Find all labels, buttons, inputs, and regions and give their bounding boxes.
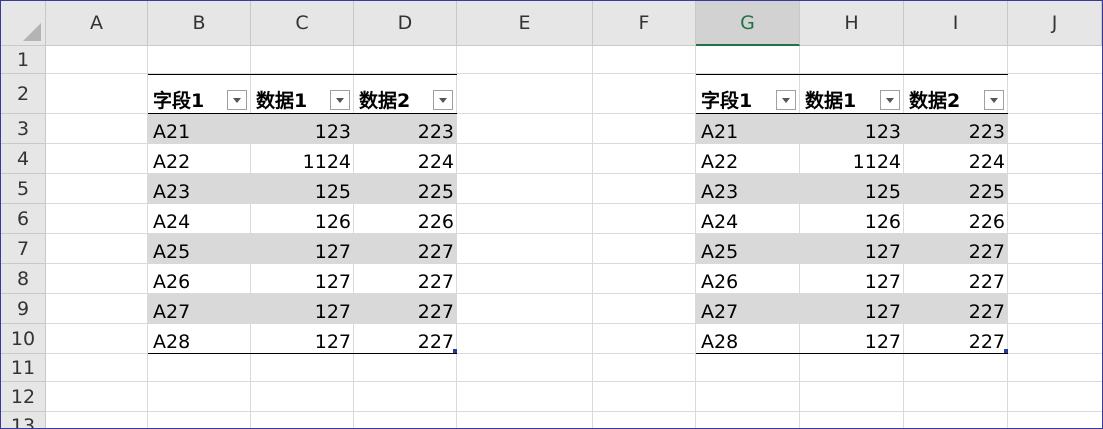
table-cell[interactable]: 127 [251, 234, 354, 264]
row-header-1[interactable]: 1 [1, 46, 46, 74]
row-header-5[interactable]: 5 [1, 174, 46, 204]
table-cell[interactable]: 224 [354, 144, 457, 174]
table-cell[interactable]: 227 [354, 294, 457, 324]
column-header-i[interactable]: I [904, 1, 1008, 46]
row-header-2[interactable]: 2 [1, 74, 46, 114]
table-resize-handle-icon[interactable] [1004, 349, 1008, 353]
table-cell[interactable]: 225 [354, 174, 457, 204]
table-cell[interactable]: A28 [148, 324, 251, 354]
filter-dropdown-icon[interactable] [984, 90, 1004, 110]
row-header-8[interactable]: 8 [1, 264, 46, 294]
table-cell[interactable]: 227 [354, 234, 457, 264]
table-cell[interactable]: A24 [148, 204, 251, 234]
filter-dropdown-icon[interactable] [330, 90, 350, 110]
table-cell[interactable]: A22 [696, 144, 800, 174]
table-cell[interactable]: 226 [904, 204, 1008, 234]
table-cell[interactable]: 123 [800, 114, 904, 144]
table-cell[interactable]: 1124 [251, 144, 354, 174]
row-header-4[interactable]: 4 [1, 144, 46, 174]
column-header-j[interactable]: J [1008, 1, 1102, 46]
row-header-9[interactable]: 9 [1, 294, 46, 324]
table-cell[interactable]: 227 [354, 264, 457, 294]
row-header-11[interactable]: 11 [1, 354, 46, 382]
table-cell[interactable]: A23 [148, 174, 251, 204]
table-cell[interactable]: A24 [696, 204, 800, 234]
table-cell[interactable]: A25 [696, 234, 800, 264]
table-cell[interactable]: 126 [251, 204, 354, 234]
table-cell[interactable]: 226 [354, 204, 457, 234]
gridline-vertical [592, 46, 593, 428]
table-cell[interactable]: A27 [148, 294, 251, 324]
table-cell[interactable]: 127 [251, 294, 354, 324]
table-cell[interactable]: 125 [800, 174, 904, 204]
row-header-7[interactable]: 7 [1, 234, 46, 264]
table-cell[interactable]: 227 [904, 324, 1008, 354]
column-header-d[interactable]: D [354, 1, 457, 46]
table-cell[interactable]: 227 [904, 234, 1008, 264]
table-cell[interactable]: 127 [251, 264, 354, 294]
table-cell[interactable]: A21 [148, 114, 251, 144]
table-cell[interactable]: 127 [800, 264, 904, 294]
table-cell[interactable]: 224 [904, 144, 1008, 174]
table-cell[interactable]: 125 [251, 174, 354, 204]
table-cell[interactable]: 227 [354, 324, 457, 354]
column-header-a[interactable]: A [46, 1, 148, 46]
row-header-13[interactable]: 13 [1, 412, 46, 428]
column-header-c[interactable]: C [251, 1, 354, 46]
row-header-3[interactable]: 3 [1, 114, 46, 144]
row-header-10[interactable]: 10 [1, 324, 46, 354]
table-cell[interactable]: 227 [904, 264, 1008, 294]
table-cell[interactable]: A27 [696, 294, 800, 324]
table-cell[interactable]: 223 [904, 114, 1008, 144]
table-cell[interactable]: A26 [148, 264, 251, 294]
table-bottom-border [148, 353, 457, 354]
column-header-e[interactable]: E [457, 1, 593, 46]
row-header-6[interactable]: 6 [1, 204, 46, 234]
table-cell[interactable]: 1124 [800, 144, 904, 174]
column-header-f[interactable]: F [593, 1, 696, 46]
table-cell[interactable]: A22 [148, 144, 251, 174]
column-header-g[interactable]: G [696, 1, 800, 46]
table-cell[interactable]: 123 [251, 114, 354, 144]
select-all-triangle-icon [23, 23, 41, 41]
filter-dropdown-icon[interactable] [880, 90, 900, 110]
table-cell[interactable]: 127 [800, 294, 904, 324]
gridline-horizontal [46, 381, 1102, 382]
filter-dropdown-icon[interactable] [433, 90, 453, 110]
table-cell[interactable]: 223 [354, 114, 457, 144]
table-cell[interactable]: A23 [696, 174, 800, 204]
table-cell[interactable]: A26 [696, 264, 800, 294]
column-header-h[interactable]: H [800, 1, 904, 46]
filter-dropdown-icon[interactable] [776, 90, 796, 110]
table-cell[interactable]: 126 [800, 204, 904, 234]
table-cell[interactable]: 127 [251, 324, 354, 354]
select-all-corner[interactable] [1, 1, 46, 46]
table-cell[interactable]: 225 [904, 174, 1008, 204]
table-cell[interactable]: 127 [800, 324, 904, 354]
filter-dropdown-icon[interactable] [227, 90, 247, 110]
table-resize-handle-icon[interactable] [453, 349, 457, 353]
table-cell[interactable]: A21 [696, 114, 800, 144]
table-cell[interactable]: 227 [904, 294, 1008, 324]
table-cell[interactable]: A25 [148, 234, 251, 264]
column-header-b[interactable]: B [148, 1, 251, 46]
table-bottom-border [696, 353, 1008, 354]
gridline-horizontal [46, 411, 1102, 412]
spreadsheet-grid[interactable]: ABCDEFGHIJ 1 2 3 4 5 6 7 8 9 10 11 12 13 字段1 数据1 数据2 A2… [0, 0, 1103, 429]
table-cell[interactable]: A28 [696, 324, 800, 354]
row-header-12[interactable]: 12 [1, 382, 46, 412]
table-cell[interactable]: 127 [800, 234, 904, 264]
